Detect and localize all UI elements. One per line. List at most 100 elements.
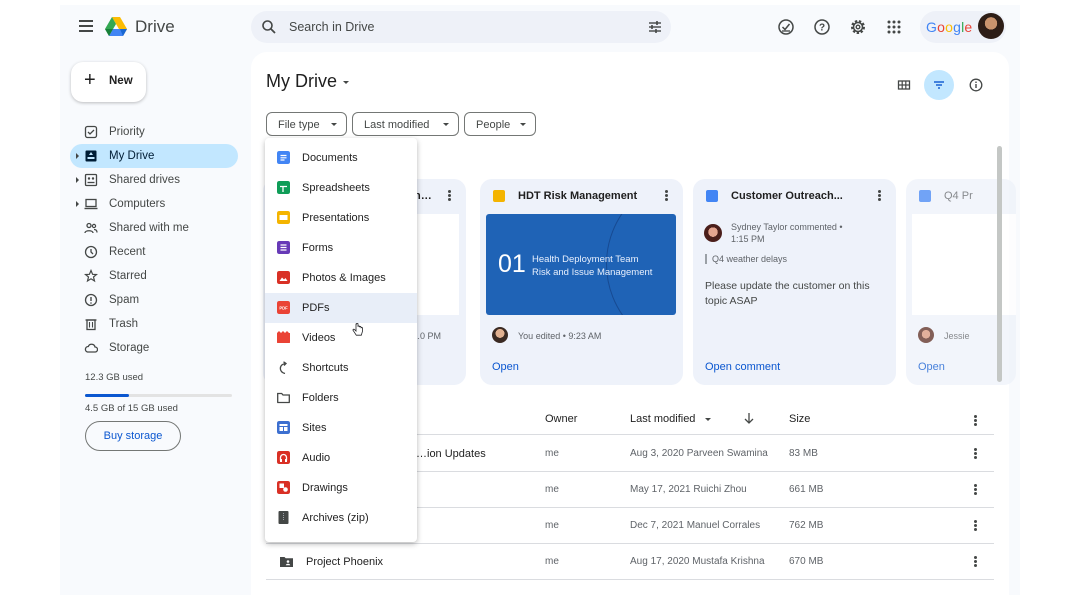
archive-icon [278, 511, 289, 524]
sidebar-item-label: Recent [109, 246, 146, 258]
owner-column-header[interactable]: Owner [545, 413, 577, 425]
sidebar-item-storage[interactable]: Storage [70, 336, 238, 360]
menu-item-pdfs[interactable]: PDF PDFs [265, 293, 417, 323]
comment-author: Sydney Taylor commented • 1:15 PM [731, 221, 881, 245]
slide-title: Health Deployment Team Risk and Issue Man… [532, 254, 652, 279]
sidebar-item-label: Starred [109, 270, 147, 282]
open-link[interactable]: Open [492, 361, 519, 373]
slide-number: 01 [498, 250, 526, 278]
menu-item-documents[interactable]: Documents [265, 143, 417, 173]
search-bar[interactable]: Search in Drive [251, 11, 671, 43]
menu-item-label: Videos [302, 332, 336, 344]
sidebar-item-computers[interactable]: Computers [70, 192, 238, 216]
hand-cursor-icon [352, 323, 363, 336]
open-link[interactable]: Open [918, 361, 945, 373]
sidebar-item-starred[interactable]: Starred [70, 264, 238, 288]
menu-item-label: Presentations [302, 212, 370, 224]
menu-item-spreadsheets[interactable]: Spreadsheets [265, 173, 417, 203]
more-options-icon[interactable] [873, 189, 885, 203]
search-input[interactable]: Search in Drive [289, 20, 374, 34]
sites-icon [277, 421, 290, 434]
cards-scrollbar[interactable] [997, 146, 1002, 382]
sidebar-item-trash[interactable]: Trash [70, 312, 238, 336]
menu-item-folders[interactable]: Folders [265, 383, 417, 413]
sidebar-item-shared-drives[interactable]: Shared drives [70, 168, 238, 192]
menu-item-drawings[interactable]: Drawings [265, 473, 417, 503]
commenter-avatar [704, 224, 722, 242]
main-menu-button[interactable] [76, 17, 96, 37]
new-button[interactable]: + New [71, 62, 146, 102]
file-last-modified: Aug 3, 2020 Parveen Swamina [630, 448, 768, 459]
apps-grid-icon[interactable] [885, 18, 903, 36]
last-modified-column-header[interactable]: Last modified [630, 413, 712, 425]
chip-label: People [476, 119, 511, 131]
more-options-icon[interactable] [443, 189, 455, 203]
more-options-icon[interactable] [971, 414, 979, 428]
sidebar-item-spam[interactable]: Spam [70, 288, 238, 312]
comment-quote: Q4 weather delays [705, 254, 787, 264]
filter-icon [934, 81, 944, 89]
buy-storage-button[interactable]: Buy storage [85, 421, 181, 451]
sidebar-item-recent[interactable]: Recent [70, 240, 238, 264]
docs-icon [919, 190, 931, 202]
sidebar-item-priority[interactable]: Priority [70, 120, 238, 144]
search-options-icon[interactable] [647, 19, 663, 35]
info-icon [969, 78, 983, 92]
sidebar-item-shared-with-me[interactable]: Shared with me [70, 216, 238, 240]
menu-item-label: Archives (zip) [302, 512, 369, 524]
sidebar-item-my-drive[interactable]: My Drive [70, 144, 238, 168]
comment-time: 1:15 PM [731, 234, 765, 244]
video-icon [277, 331, 290, 343]
help-icon[interactable]: ? [813, 18, 831, 36]
filter-button[interactable] [924, 70, 954, 100]
grid-view-button[interactable] [889, 70, 919, 100]
page-title-text: My Drive [266, 71, 337, 91]
menu-item-label: Shortcuts [302, 362, 349, 374]
settings-icon[interactable] [849, 18, 867, 36]
expand-arrow-icon[interactable] [76, 153, 79, 159]
account-avatar[interactable] [978, 13, 1004, 39]
expand-arrow-icon[interactable] [76, 201, 79, 207]
file-type-chip[interactable]: File type [266, 112, 347, 136]
computer-icon [84, 198, 98, 210]
sidebar-item-label: Shared with me [109, 222, 189, 234]
ready-for-offline-icon[interactable] [777, 18, 795, 36]
chevron-down-icon [520, 123, 526, 126]
page-title[interactable]: My Drive [266, 71, 349, 92]
menu-item-archives-zip[interactable]: Archives (zip) [265, 503, 417, 533]
last-modified-chip[interactable]: Last modified [352, 112, 459, 136]
star-icon [84, 269, 98, 283]
account-switcher[interactable]: Google [920, 11, 1006, 43]
menu-item-label: Sites [302, 422, 327, 434]
menu-item-shortcuts[interactable]: Shortcuts [265, 353, 417, 383]
menu-item-audio[interactable]: Audio [265, 443, 417, 473]
docs-icon [706, 190, 718, 202]
file-row[interactable]: Project Phoenix me Aug 17, 2020 Mustafa Kr… [266, 544, 994, 580]
menu-item-presentations[interactable]: Presentations [265, 203, 417, 233]
details-button[interactable] [961, 70, 991, 100]
more-options-icon[interactable] [660, 189, 672, 203]
size-column-header[interactable]: Size [789, 413, 810, 425]
folder-icon [277, 392, 290, 404]
sheets-icon [277, 181, 290, 194]
menu-item-forms[interactable]: Forms [265, 233, 417, 263]
sidebar-item-label: My Drive [109, 150, 155, 162]
menu-item-videos[interactable]: Videos [265, 323, 417, 353]
more-options-icon[interactable] [971, 447, 979, 461]
people-chip[interactable]: People [464, 112, 536, 136]
expand-arrow-icon[interactable] [76, 177, 79, 183]
sort-direction-icon[interactable] [743, 412, 755, 425]
more-options-icon[interactable] [971, 519, 979, 533]
more-options-icon[interactable] [971, 483, 979, 497]
file-owner: me [545, 520, 559, 531]
suggested-card[interactable]: HDT Risk Management 01 Health Deployment… [480, 179, 683, 385]
svg-text:PDF: PDF [279, 306, 288, 311]
suggested-card[interactable]: Customer Outreach... Sydney Taylor comme… [693, 179, 896, 385]
file-owner: me [545, 556, 559, 567]
more-options-icon[interactable] [971, 555, 979, 569]
chip-label: File type [278, 119, 320, 131]
chevron-down-icon [705, 417, 712, 421]
menu-item-sites[interactable]: Sites [265, 413, 417, 443]
open-comment-link[interactable]: Open comment [705, 361, 780, 373]
menu-item-photos-images[interactable]: Photos & Images [265, 263, 417, 293]
